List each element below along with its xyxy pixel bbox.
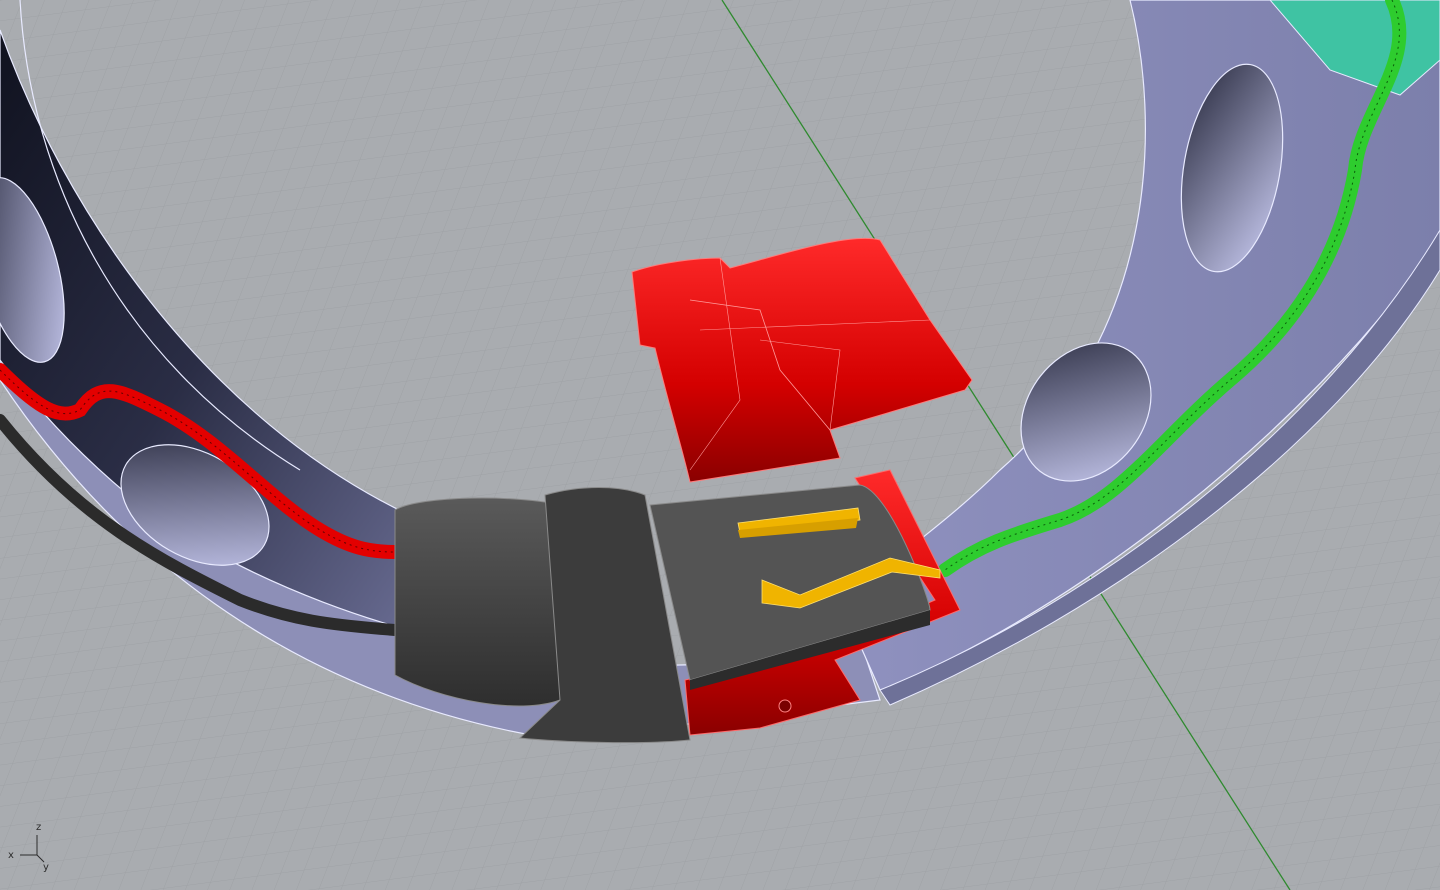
axis-z-label: z <box>36 822 41 833</box>
mount-hole-icon <box>778 699 792 713</box>
perspective-viewport[interactable]: z x y <box>0 0 1440 890</box>
axis-y-label: y <box>43 862 49 873</box>
axis-x-label: x <box>8 850 14 861</box>
